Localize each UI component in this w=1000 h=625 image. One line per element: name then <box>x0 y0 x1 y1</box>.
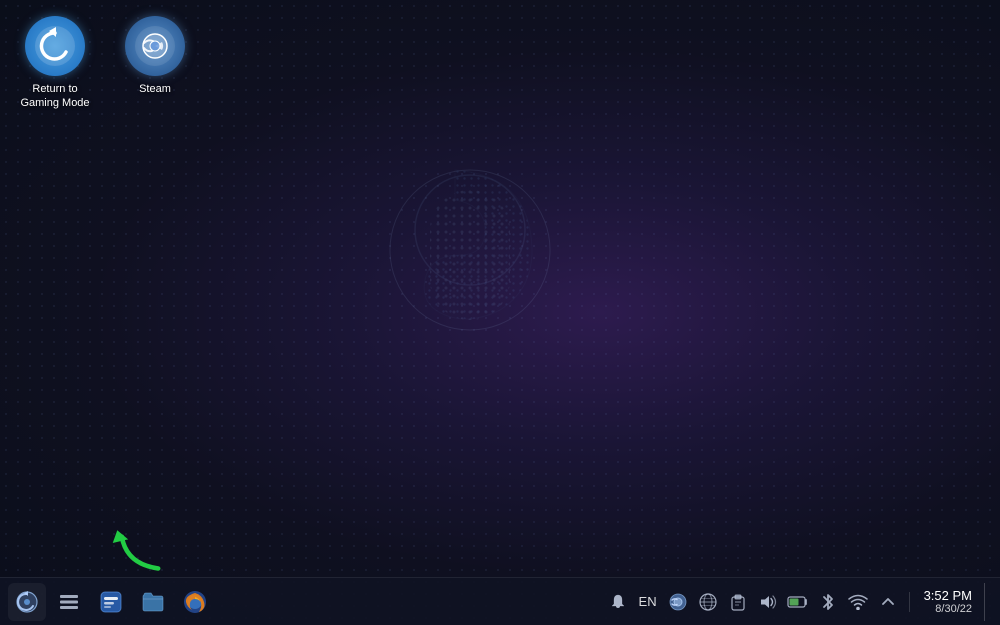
language-tray-icon[interactable]: EN <box>637 591 659 613</box>
notifications-tray-icon[interactable] <box>607 591 629 613</box>
return-to-gaming-mode-icon[interactable]: Return to Gaming Mode <box>10 10 100 117</box>
steam-icon-image <box>125 16 185 76</box>
steamos-icon <box>15 590 39 614</box>
steam-desktop-icon[interactable]: Steam <box>110 10 200 117</box>
steamos-button[interactable] <box>8 583 46 621</box>
language-label: EN <box>639 594 657 609</box>
show-desktop-button[interactable] <box>984 583 992 621</box>
chevron-up-icon <box>881 595 895 609</box>
arrow-hint <box>105 523 175 573</box>
desktop-watermark <box>370 140 570 360</box>
steam-tray-icon[interactable] <box>667 591 689 613</box>
globe-icon <box>699 593 717 611</box>
taskbar-left <box>8 583 607 621</box>
clipboard-tray-icon[interactable] <box>727 591 749 613</box>
clock-time: 3:52 PM <box>924 588 972 603</box>
steam-label: Steam <box>139 82 171 96</box>
clipboard-icon <box>729 593 747 611</box>
taskbar-right: EN <box>607 583 992 621</box>
firefox-button[interactable] <box>176 583 214 621</box>
return-to-gaming-label: Return to Gaming Mode <box>20 82 89 111</box>
return-arrow-icon <box>34 25 76 67</box>
clock-area[interactable]: 3:52 PM 8/30/22 <box>924 588 972 615</box>
file-manager-icon <box>141 590 165 614</box>
steam-logo-icon <box>134 25 176 67</box>
bell-icon <box>609 593 627 611</box>
clock-date: 8/30/22 <box>935 603 972 615</box>
firefox-icon <box>182 589 208 615</box>
show-more-tray-icon[interactable] <box>877 591 899 613</box>
battery-icon <box>787 595 809 609</box>
file-manager-button[interactable] <box>134 583 172 621</box>
wifi-icon <box>848 594 868 610</box>
task-manager-icon <box>58 591 80 613</box>
desktop: Return to Gaming Mode Steam <box>0 0 1000 625</box>
bluetooth-tray-icon[interactable] <box>817 591 839 613</box>
globe-tray-icon[interactable] <box>697 591 719 613</box>
steam-tray-logo-icon <box>669 593 687 611</box>
taskbar: EN <box>0 577 1000 625</box>
return-icon-image <box>25 16 85 76</box>
bluetooth-icon <box>821 592 835 612</box>
battery-tray-icon[interactable] <box>787 591 809 613</box>
task-manager-button[interactable] <box>50 583 88 621</box>
wifi-tray-icon[interactable] <box>847 591 869 613</box>
tray-separator <box>909 592 910 612</box>
desktop-icons: Return to Gaming Mode Steam <box>10 10 200 117</box>
volume-icon <box>758 593 778 611</box>
discover-button[interactable] <box>92 583 130 621</box>
volume-tray-icon[interactable] <box>757 591 779 613</box>
discover-icon <box>99 590 123 614</box>
